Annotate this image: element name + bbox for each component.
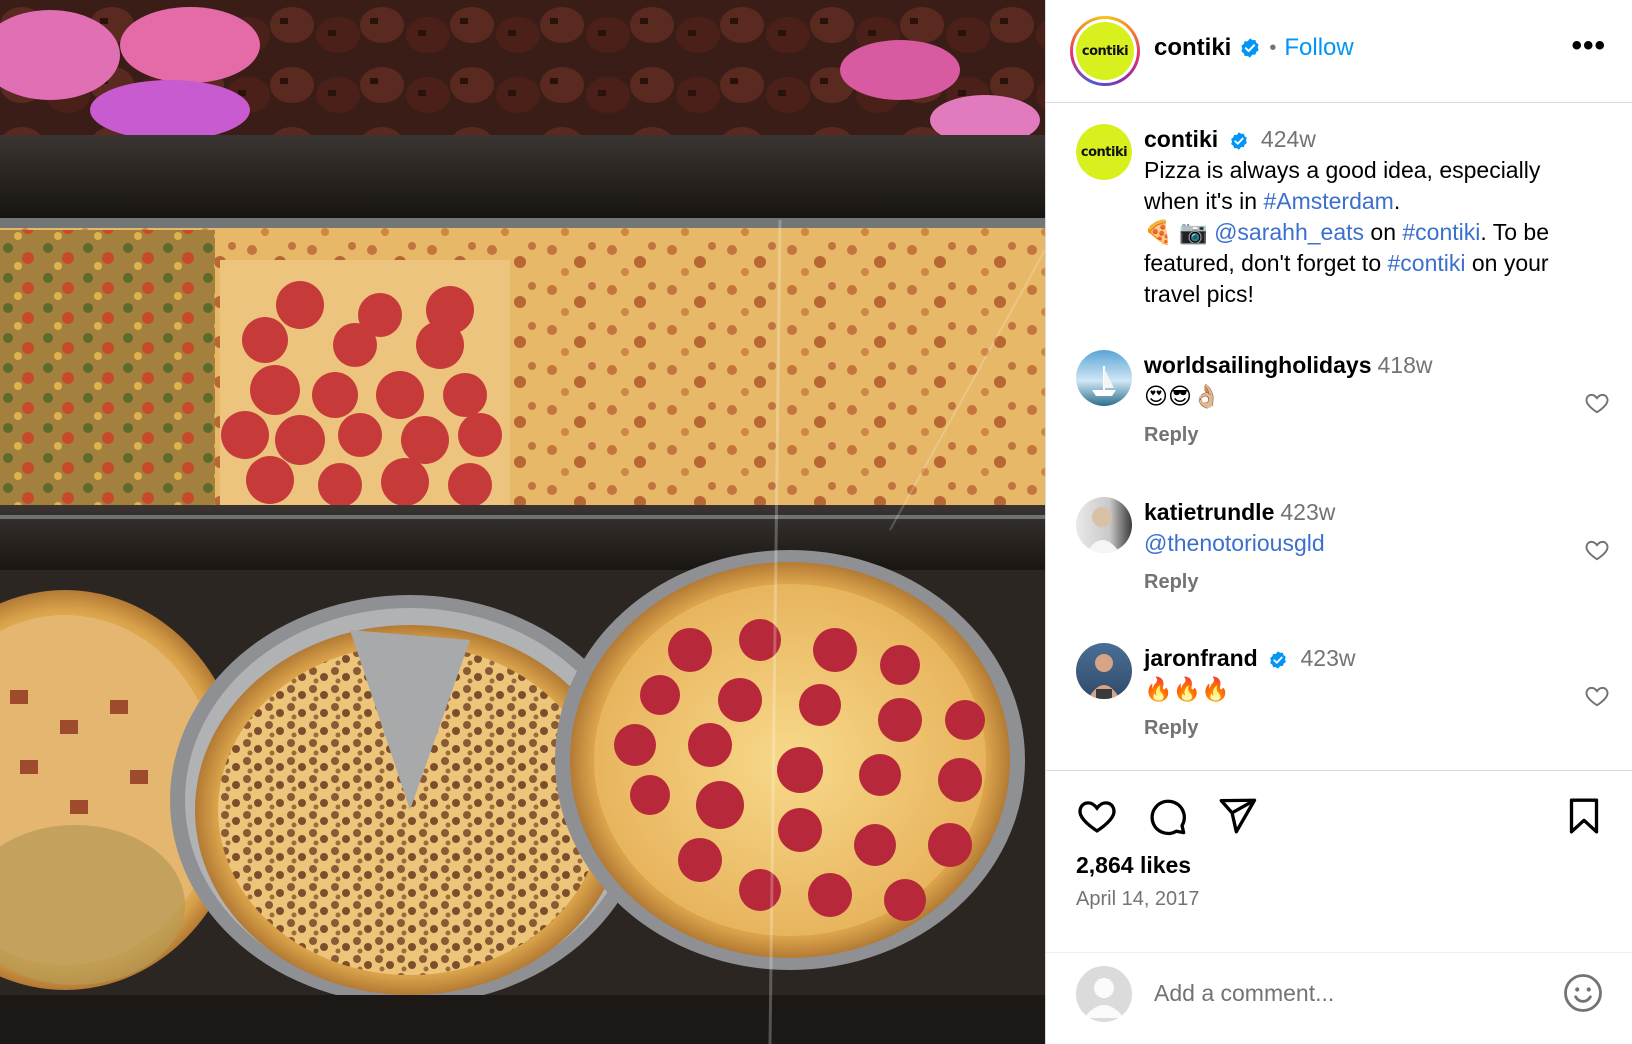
comment-age: 423w (1280, 499, 1336, 525)
caption-line-3: 🍕 📷 @sarahh_eats on #contiki. To be (1144, 219, 1550, 245)
bookmark-icon[interactable] (1564, 795, 1604, 837)
caption-text: contiki 424w Pizza is always a good idea… (1144, 124, 1614, 310)
heart-icon[interactable] (1584, 537, 1610, 563)
caption-avatar[interactable]: contiki (1076, 124, 1132, 180)
action-bar (1076, 795, 1258, 837)
comment: worldsailingholidays 418w 😍😎👌🏼 Reply (1076, 350, 1616, 450)
post-date: April 14, 2017 (1076, 888, 1200, 910)
comment-age: 418w (1377, 352, 1433, 378)
mention-link[interactable]: @sarahh_eats (1214, 219, 1364, 245)
heart-icon[interactable] (1584, 683, 1610, 709)
comment-username[interactable]: katietrundle (1144, 499, 1274, 525)
caption-line-2: when it's in #Amsterdam. (1144, 188, 1401, 214)
commenter-avatar[interactable] (1076, 350, 1132, 406)
pizza-display-image (0, 0, 1045, 1044)
caption-line-1: Pizza is always a good idea, especially (1144, 157, 1541, 183)
hashtag-link[interactable]: #contiki (1388, 250, 1466, 276)
avatar-logo-text: contiki (1081, 43, 1129, 59)
post-sidebar: contiki contiki • Follow ••• contiki con… (1045, 0, 1632, 1044)
heart-icon[interactable] (1076, 795, 1118, 837)
caption-username[interactable]: contiki (1144, 126, 1218, 152)
verified-badge-icon (1241, 38, 1259, 58)
caption-age: 424w (1260, 126, 1316, 152)
comment-text: 🔥🔥🔥 (1144, 676, 1230, 702)
comment-input[interactable]: Add a comment... (1154, 980, 1334, 1007)
comment-icon[interactable] (1146, 795, 1188, 837)
hashtag-link[interactable]: #contiki (1402, 219, 1480, 245)
comment-username[interactable]: worldsailingholidays (1144, 352, 1371, 378)
comment: katietrundle 423w @thenotoriousgld Reply (1076, 497, 1616, 597)
verified-badge-icon (1230, 132, 1247, 150)
reply-button[interactable]: Reply (1144, 713, 1614, 744)
story-ring[interactable]: contiki (1070, 16, 1140, 86)
caption-avatar-logo: contiki (1080, 144, 1128, 160)
reply-button[interactable]: Reply (1144, 567, 1614, 598)
share-icon[interactable] (1216, 795, 1258, 837)
more-options-icon[interactable]: ••• (1571, 31, 1606, 61)
follow-button[interactable]: Follow (1284, 34, 1353, 62)
account-name[interactable]: contiki (1154, 34, 1231, 62)
divider (1046, 952, 1632, 953)
caption-line-4: featured, don't forget to #contiki on yo… (1144, 250, 1549, 276)
post-photo[interactable] (0, 0, 1045, 1044)
post-header: contiki contiki • Follow ••• (1046, 0, 1632, 103)
commenter-avatar[interactable] (1076, 643, 1132, 699)
comment-text: 😍😎👌🏼 (1144, 383, 1221, 409)
caption-emoji: 🍕 📷 (1144, 219, 1208, 245)
hashtag-link[interactable]: #Amsterdam (1263, 188, 1393, 214)
account-avatar: contiki (1076, 22, 1134, 80)
caption-line-5: travel pics! (1144, 281, 1254, 307)
separator-dot: • (1269, 36, 1277, 59)
reply-button[interactable]: Reply (1144, 420, 1614, 451)
default-avatar-icon (1076, 966, 1132, 1022)
heart-icon[interactable] (1584, 390, 1610, 416)
commenter-avatar[interactable] (1076, 497, 1132, 553)
likes-count[interactable]: 2,864 likes (1076, 852, 1191, 879)
mention-link[interactable]: @thenotoriousgld (1144, 528, 1614, 559)
comment: jaronfrand 423w 🔥🔥🔥 Reply (1076, 643, 1616, 743)
comment-username[interactable]: jaronfrand (1144, 645, 1258, 671)
emoji-icon[interactable] (1562, 972, 1604, 1014)
divider (1046, 770, 1632, 771)
comment-age: 423w (1300, 645, 1356, 671)
verified-badge-icon (1270, 651, 1286, 669)
